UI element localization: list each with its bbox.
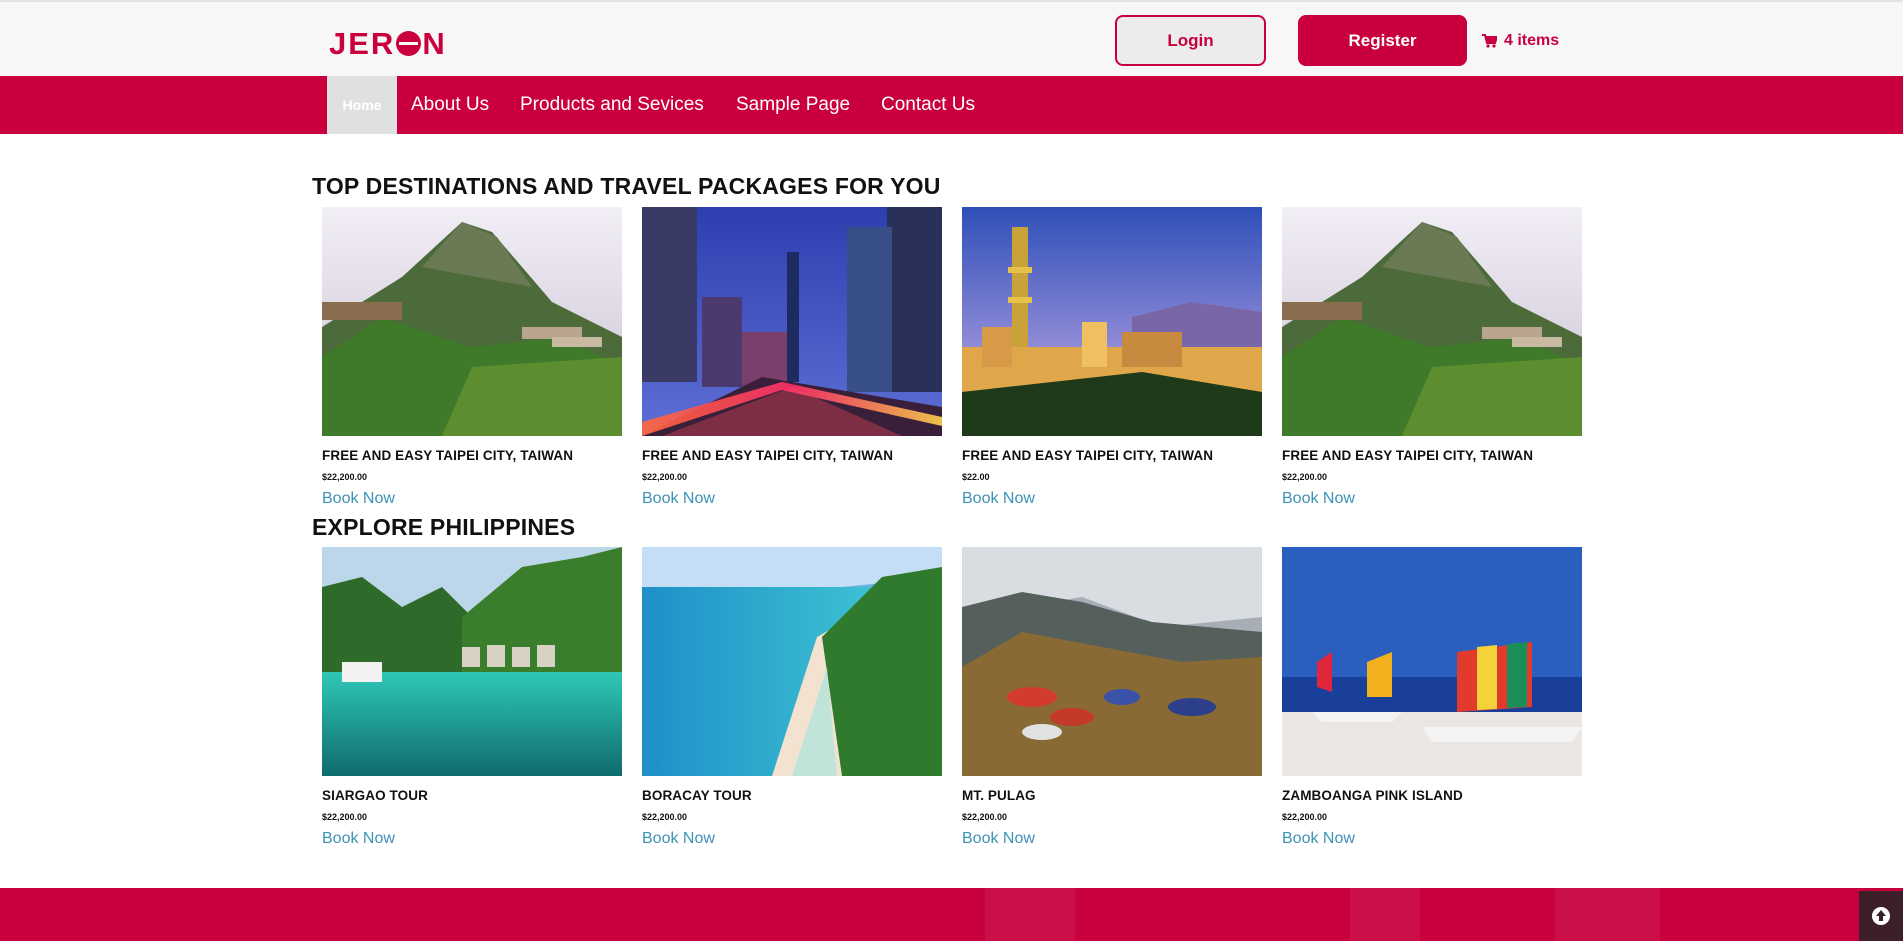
section-title-explore-philippines: EXPLORE PHILIPPINES (312, 514, 576, 540)
package-name: FREE AND EASY TAIPEI CITY, TAIWAN (1282, 448, 1534, 463)
nav-item-contact-us[interactable]: Contact Us (881, 76, 975, 134)
package-name: FREE AND EASY TAIPEI CITY, TAIWAN (962, 448, 1214, 463)
package-price: $22,200.00 (1282, 472, 1328, 482)
package-image (962, 207, 1262, 436)
package-price: $22,200.00 (962, 812, 1008, 822)
package-price: $22,200.00 (322, 472, 368, 482)
package-image (322, 207, 622, 436)
nav-item-home[interactable]: Home (327, 76, 397, 134)
package-card[interactable]: BORACAY TOUR $22,200.00 Book Now (642, 547, 942, 847)
nav-item-sample-page[interactable]: Sample Page (736, 76, 850, 134)
logo-o-glyph (396, 31, 422, 56)
package-card[interactable]: FREE AND EASY TAIPEI CITY, TAIWAN $22,20… (322, 207, 622, 507)
package-image (322, 547, 622, 776)
package-card[interactable]: FREE AND EASY TAIPEI CITY, TAIWAN $22.00… (962, 207, 1262, 507)
package-card[interactable]: SIARGAO TOUR $22,200.00 Book Now (322, 547, 622, 847)
book-now-link[interactable]: Book Now (322, 490, 395, 508)
cart-count: 4 items (1504, 32, 1560, 49)
package-name: SIARGAO TOUR (322, 788, 428, 803)
section-title-top-destinations: TOP DESTINATIONS AND TRAVEL PACKAGES FOR… (312, 173, 941, 199)
package-card[interactable]: MT. PULAG $22,200.00 Book Now (962, 547, 1262, 847)
package-image (642, 207, 942, 436)
package-image (1282, 547, 1582, 776)
package-price: $22,200.00 (1282, 812, 1328, 822)
cart-link[interactable]: 4 items (1482, 29, 1559, 53)
package-name: BORACAY TOUR (642, 788, 752, 803)
register-label: Register (1348, 30, 1417, 50)
book-now-link[interactable]: Book Now (1282, 490, 1355, 508)
cart-icon (1482, 34, 1497, 48)
footer (0, 888, 1903, 941)
login-label: Login (1167, 30, 1214, 50)
login-button[interactable]: Login (1115, 15, 1266, 66)
site-logo[interactable]: JER N (329, 26, 447, 62)
main-nav: Home About Us Products and Sevices Sampl… (0, 76, 1903, 134)
book-now-link[interactable]: Book Now (962, 830, 1035, 848)
package-price: $22.00 (962, 472, 990, 482)
package-name: ZAMBOANGA PINK ISLAND (1282, 788, 1463, 803)
package-price: $22,200.00 (642, 812, 688, 822)
package-price: $22,200.00 (642, 472, 688, 482)
top-header: JER N Login Register 4 items (0, 0, 1903, 76)
package-card[interactable]: FREE AND EASY TAIPEI CITY, TAIWAN $22,20… (1282, 207, 1582, 507)
register-button[interactable]: Register (1298, 15, 1467, 66)
footer-building-silhouette (1555, 888, 1660, 941)
package-image (962, 547, 1262, 776)
book-now-link[interactable]: Book Now (1282, 830, 1355, 848)
package-image (1282, 207, 1582, 436)
arrow-up-circle-icon (1872, 907, 1890, 925)
package-card[interactable]: FREE AND EASY TAIPEI CITY, TAIWAN $22,20… (642, 207, 942, 507)
book-now-link[interactable]: Book Now (642, 490, 715, 508)
back-to-top-button[interactable] (1859, 891, 1903, 941)
package-price: $22,200.00 (322, 812, 368, 822)
book-now-link[interactable]: Book Now (322, 830, 395, 848)
package-name: FREE AND EASY TAIPEI CITY, TAIWAN (642, 448, 894, 463)
nav-item-about-us[interactable]: About Us (411, 76, 489, 134)
package-image (642, 547, 942, 776)
book-now-link[interactable]: Book Now (642, 830, 715, 848)
book-now-link[interactable]: Book Now (962, 490, 1035, 508)
package-name: MT. PULAG (962, 788, 1036, 803)
package-card[interactable]: ZAMBOANGA PINK ISLAND $22,200.00 Book No… (1282, 547, 1582, 847)
package-name: FREE AND EASY TAIPEI CITY, TAIWAN (322, 448, 574, 463)
footer-building-silhouette (1350, 888, 1420, 941)
nav-item-products[interactable]: Products and Sevices (520, 76, 704, 134)
footer-building-silhouette (985, 888, 1075, 941)
